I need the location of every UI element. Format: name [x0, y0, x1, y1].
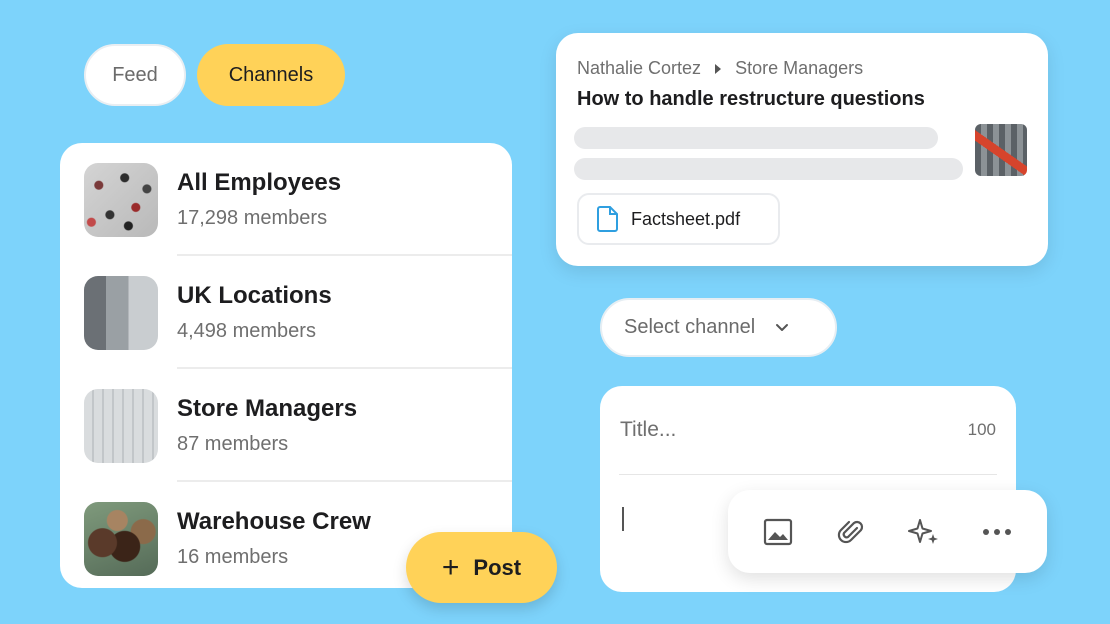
channel-thumbnail [84, 502, 158, 576]
select-channel-dropdown[interactable]: Select channel [600, 298, 837, 357]
attachment-name: Factsheet.pdf [631, 208, 741, 229]
channel-name: Store Managers [177, 395, 358, 422]
post-button[interactable]: + Post [406, 532, 557, 603]
channel-thumbnail [84, 163, 158, 237]
text-placeholder [574, 158, 963, 180]
text-placeholder [574, 127, 938, 149]
more-icon [982, 528, 1011, 535]
post-button-label: Post [473, 554, 522, 580]
paperclip-icon [837, 520, 864, 543]
tab-feed[interactable]: Feed [84, 44, 186, 106]
channel-member-count: 16 members [177, 546, 289, 568]
channel-name: All Employees [177, 169, 342, 196]
post-title[interactable]: How to handle restructure questions [577, 88, 925, 111]
channel-list: All Employees 17,298 members UK Location… [60, 143, 512, 588]
character-count: 100 [967, 420, 996, 439]
channel-thumbnail [84, 389, 158, 463]
file-icon [597, 206, 618, 232]
post-author[interactable]: Nathalie Cortez [577, 58, 701, 79]
plus-icon: + [441, 550, 460, 584]
image-icon [764, 518, 793, 545]
channel-member-count: 4,498 members [177, 320, 316, 342]
tab-channels[interactable]: Channels [197, 44, 345, 106]
sparkle-icon [907, 518, 938, 544]
post-channel[interactable]: Store Managers [735, 58, 863, 79]
channel-row-all-employees[interactable]: All Employees 17,298 members [60, 143, 512, 256]
attachment-file[interactable]: Factsheet.pdf [577, 193, 780, 245]
post-card[interactable]: Nathalie Cortez Store Managers How to ha… [556, 33, 1048, 266]
body-input-cursor[interactable] [622, 507, 624, 531]
channel-name: Warehouse Crew [177, 508, 371, 535]
ai-assist-button[interactable] [902, 510, 946, 554]
attach-button[interactable] [829, 510, 873, 554]
composer-toolbar [728, 490, 1047, 573]
channel-name: UK Locations [177, 282, 332, 309]
chevron-down-icon [776, 323, 789, 331]
post-image[interactable] [975, 124, 1027, 176]
channel-row-uk-locations[interactable]: UK Locations 4,498 members [60, 256, 512, 369]
more-button[interactable] [975, 510, 1019, 554]
channel-row-store-managers[interactable]: Store Managers 87 members [60, 369, 512, 482]
title-input[interactable]: Title... [620, 418, 676, 442]
channel-thumbnail [84, 276, 158, 350]
divider [619, 474, 997, 475]
select-channel-label: Select channel [624, 316, 756, 338]
image-button[interactable] [756, 510, 800, 554]
channel-member-count: 17,298 members [177, 207, 328, 229]
breadcrumb: Nathalie Cortez Store Managers [577, 58, 863, 79]
chevron-right-icon [715, 63, 722, 74]
channel-member-count: 87 members [177, 433, 289, 455]
